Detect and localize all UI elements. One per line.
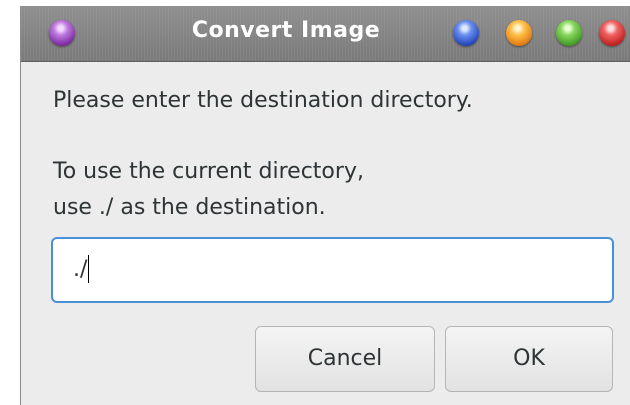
convert-image-dialog: Convert Image Please enter the destinati… [20, 6, 630, 405]
title-bar[interactable]: Convert Image [21, 6, 630, 62]
cancel-button[interactable]: Cancel [255, 326, 435, 392]
minimize-button-icon[interactable] [506, 20, 532, 46]
close-button-icon[interactable] [599, 20, 625, 46]
ok-button[interactable]: OK [445, 326, 613, 392]
hint-text-line1: To use the current directory, [53, 159, 364, 184]
text-cursor [88, 254, 90, 283]
hint-text-line2: use ./ as the destination. [53, 195, 326, 220]
input-value: ./ [73, 257, 88, 282]
instruction-text: Please enter the destination directory. [53, 88, 473, 113]
sticky-button-icon[interactable] [453, 20, 479, 46]
maximize-button-icon[interactable] [556, 20, 582, 46]
destination-directory-input[interactable]: ./ [51, 237, 614, 303]
window-title: Convert Image [191, 18, 381, 43]
